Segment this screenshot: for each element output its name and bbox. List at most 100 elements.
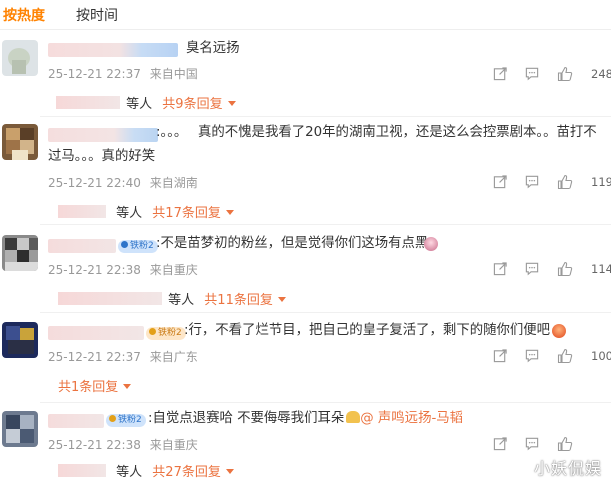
fan-badge-icon	[149, 328, 156, 335]
emoji-face-icon	[552, 324, 566, 338]
reply-count-link[interactable]: 共11条回复	[204, 293, 273, 308]
avatar[interactable]	[2, 411, 38, 447]
reply-count-link[interactable]: 共9条回复	[162, 97, 222, 112]
emoji-face-icon	[424, 237, 438, 251]
comment-item: :。。。 真的不愧是我看了20年的湖南卫视，还是这么会控票剧本。。苗打不 过马。…	[0, 118, 611, 224]
chevron-down-icon	[123, 384, 132, 389]
share-icon[interactable]	[493, 66, 508, 81]
fan-badge-label: 铁粉2	[118, 415, 142, 425]
comment-text: 真的不愧是我看了20年的湖南卫视，还是这么会控票剧本。。苗打不	[198, 125, 597, 140]
comment-text-line2: 过马。。。真的好笑	[48, 149, 156, 164]
comment-meta: 25-12-21 22:38 来自重庆	[48, 436, 198, 453]
username[interactable]	[48, 128, 158, 142]
comment-item: 臭名远扬 25-12-21 22:37 来自中国 248 等人 共9条回复	[0, 36, 611, 116]
avatar[interactable]	[2, 124, 38, 160]
comment-date: 25-12-21 22:37	[48, 67, 141, 81]
comment-text: :不是苗梦初的粉丝，但是觉得你们这场有点黑	[156, 236, 429, 251]
chevron-down-icon	[225, 210, 234, 215]
fan-badge-label: 铁粉2	[158, 328, 182, 338]
reply-summary[interactable]: 等人 共17条回复	[58, 202, 234, 221]
comment-item: 铁粉2 :不是苗梦初的粉丝，但是觉得你们这场有点黑 25-12-21 22:38…	[0, 226, 611, 312]
fan-badge: 铁粉2	[118, 240, 158, 253]
replier-name-blur	[58, 292, 162, 305]
reply-etal: 等人	[168, 293, 195, 308]
like-count: 119	[591, 175, 611, 189]
fan-badge-icon	[121, 241, 128, 248]
fan-badge-icon	[109, 415, 116, 422]
chevron-down-icon	[277, 297, 286, 302]
share-icon[interactable]	[493, 348, 508, 363]
comment-date: 25-12-21 22:38	[48, 263, 141, 277]
fan-badge: 铁粉2	[146, 327, 186, 340]
reply-etal: 等人	[126, 97, 153, 112]
like-count: 100	[591, 349, 611, 363]
reply-count-link[interactable]: 共17条回复	[152, 206, 221, 221]
mention-link[interactable]: @ 声鸣远扬-马韬	[360, 411, 463, 426]
fan-badge: 铁粉2	[106, 414, 146, 427]
comment-meta: 25-12-21 22:40 来自湖南	[48, 174, 198, 191]
reply-count-link[interactable]: 共27条回复	[152, 465, 221, 480]
comment-icon[interactable]	[524, 348, 540, 363]
avatar[interactable]	[2, 322, 38, 358]
divider	[40, 116, 611, 117]
like-count: 248	[591, 67, 611, 81]
comment-text-name-tail: :。。。	[156, 125, 188, 140]
like-icon[interactable]	[557, 261, 573, 277]
comment-date: 25-12-21 22:40	[48, 176, 141, 190]
comment-actions	[491, 436, 611, 452]
reply-summary[interactable]: 等人 共11条回复	[58, 289, 286, 308]
emoji-hands-icon	[346, 411, 361, 423]
comment-location: 来自重庆	[149, 438, 198, 452]
comment-text: :行，不看了烂节目，把自己的皇子复活了，剩下的随你们便吧	[184, 323, 551, 338]
comment-icon[interactable]	[524, 261, 540, 276]
reply-summary[interactable]: 等人 共9条回复	[56, 93, 236, 112]
share-icon[interactable]	[493, 436, 508, 451]
like-icon[interactable]	[557, 348, 573, 364]
replier-name-blur	[58, 205, 106, 218]
like-icon[interactable]	[557, 66, 573, 82]
like-count: 114	[591, 262, 611, 276]
sort-tabs: 按热度 按时间	[0, 0, 611, 30]
comment-icon[interactable]	[524, 436, 540, 451]
comment-location: 来自广东	[149, 350, 198, 364]
username[interactable]	[48, 43, 178, 57]
tab-divider	[0, 29, 611, 30]
reply-count-link[interactable]: 共1条回复	[58, 380, 118, 395]
avatar[interactable]	[2, 235, 38, 271]
chevron-down-icon	[225, 469, 234, 474]
like-icon[interactable]	[557, 436, 573, 452]
reply-summary[interactable]: 共1条回复	[58, 376, 132, 395]
comment-location: 来自中国	[149, 67, 198, 81]
divider	[40, 402, 611, 403]
share-icon[interactable]	[493, 261, 508, 276]
comment-meta: 25-12-21 22:37 来自中国	[48, 65, 198, 82]
replier-name-blur	[56, 96, 120, 109]
comment-icon[interactable]	[524, 66, 540, 81]
fan-badge-label: 铁粉2	[130, 241, 154, 251]
watermark: 小妖侃娱	[534, 459, 603, 478]
comment-text: 臭名远扬	[186, 41, 240, 56]
share-icon[interactable]	[493, 174, 508, 189]
reply-etal: 等人	[116, 465, 143, 480]
divider	[40, 312, 611, 313]
comment-location: 来自重庆	[149, 263, 198, 277]
like-icon[interactable]	[557, 174, 573, 190]
comment-text-body: :自觉点退赛哈 不要侮辱我们耳朵	[148, 411, 345, 426]
comment-text: :自觉点退赛哈 不要侮辱我们耳朵 @ 声鸣远扬-马韬	[148, 408, 463, 430]
comment-location: 来自湖南	[149, 176, 198, 190]
tab-by-time[interactable]: 按时间	[76, 5, 118, 25]
username[interactable]	[48, 414, 104, 428]
comment-item: 铁粉2 :自觉点退赛哈 不要侮辱我们耳朵 @ 声鸣远扬-马韬 25-12-21 2…	[0, 404, 611, 485]
username[interactable]	[48, 326, 144, 340]
comment-actions: 119	[491, 174, 611, 190]
reply-summary[interactable]: 等人 共27条回复	[58, 461, 234, 480]
divider	[40, 224, 611, 225]
comment-icon[interactable]	[524, 174, 540, 189]
comment-actions: 100	[491, 348, 611, 364]
comment-actions: 114	[491, 261, 611, 277]
avatar[interactable]	[2, 40, 38, 76]
comment-date: 25-12-21 22:37	[48, 350, 141, 364]
tab-by-hotness[interactable]: 按热度	[3, 5, 45, 25]
username[interactable]	[48, 239, 116, 253]
comment-item: 铁粉2 :行，不看了烂节目，把自己的皇子复活了，剩下的随你们便吧 25-12-2…	[0, 314, 611, 402]
